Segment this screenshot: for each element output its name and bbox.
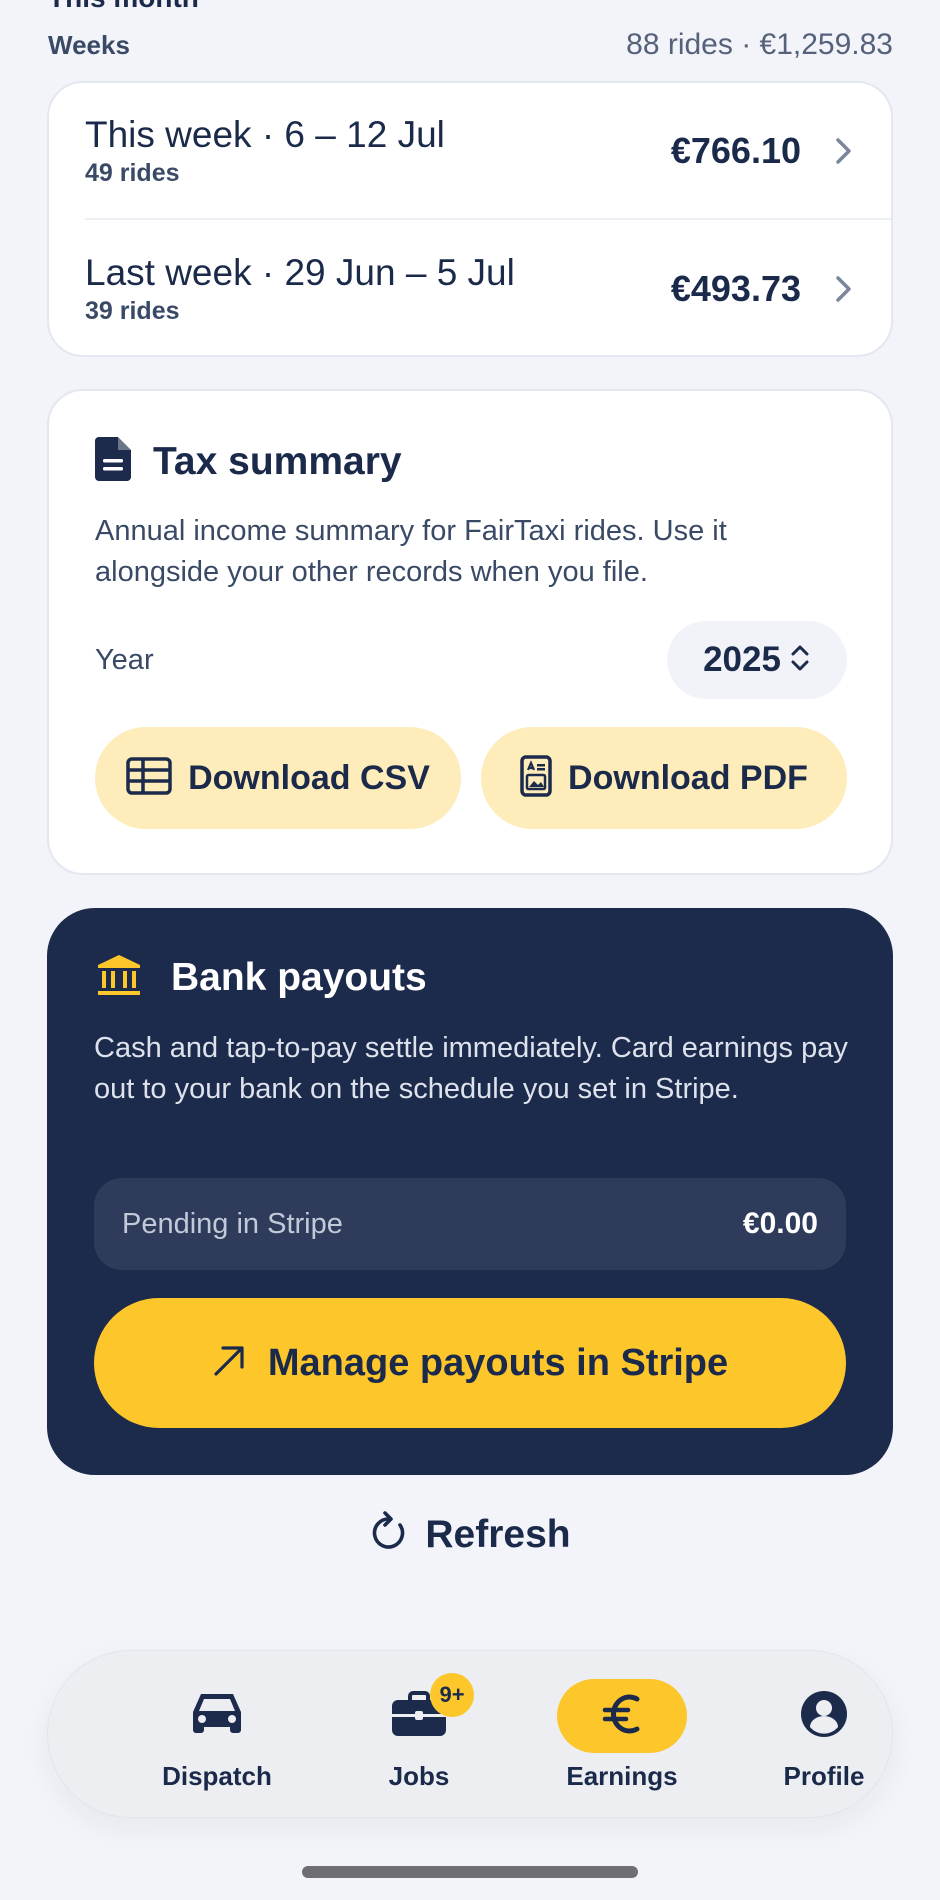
week-row-last-week[interactable]: Last week · 29 Jun – 5 Jul 39 rides €493…: [85, 220, 891, 355]
year-label: Year: [95, 643, 154, 676]
refresh-label: Refresh: [425, 1513, 571, 1556]
week-title: This week · 6 – 12 Jul: [85, 114, 445, 155]
tab-label: Jobs: [388, 1761, 450, 1791]
weeks-header: Weeks 88 rides · €1,259.83: [48, 28, 893, 62]
table-icon: [126, 756, 172, 800]
weeks-card: This week · 6 – 12 Jul 49 rides €766.10 …: [47, 81, 893, 357]
week-rides: 49 rides: [85, 159, 180, 187]
car-icon: [188, 1690, 246, 1743]
document-icon: [95, 437, 131, 486]
weeks-summary: 88 rides · €1,259.83: [626, 28, 893, 61]
bottom-tab-bar: Dispatch 9+ Jobs Earnings Profile: [47, 1650, 893, 1818]
manage-payouts-label: Manage payouts in Stripe: [267, 1341, 729, 1384]
week-amount: €766.10: [670, 129, 801, 171]
pdf-document-icon: [520, 754, 552, 802]
tab-earnings[interactable]: Earnings: [522, 1651, 722, 1819]
tax-summary-description: Annual income summary for FairTaxi rides…: [95, 515, 727, 588]
weeks-label: Weeks: [48, 29, 130, 60]
bank-payouts-title: Bank payouts: [171, 955, 427, 999]
tab-label: Profile: [783, 1761, 865, 1791]
chevron-up-down-icon: [789, 642, 811, 679]
year-select[interactable]: 2025: [667, 621, 847, 699]
tab-jobs[interactable]: 9+ Jobs: [319, 1651, 519, 1819]
refresh-icon: [369, 1510, 409, 1560]
week-rides: 39 rides: [85, 297, 180, 325]
tab-label: Dispatch: [162, 1761, 272, 1791]
week-title: Last week · 29 Jun – 5 Jul: [85, 252, 515, 293]
tab-profile[interactable]: Profile: [724, 1651, 924, 1819]
week-row-this-week[interactable]: This week · 6 – 12 Jul 49 rides €766.10: [85, 83, 891, 220]
year-value: 2025: [703, 640, 781, 679]
section-heading: This month: [48, 0, 199, 14]
home-indicator[interactable]: [302, 1866, 638, 1878]
pending-in-stripe: Pending in Stripe €0.00: [94, 1178, 846, 1270]
pending-value: €0.00: [742, 1207, 818, 1240]
download-csv-label: Download CSV: [188, 758, 430, 797]
manage-payouts-button[interactable]: Manage payouts in Stripe: [94, 1298, 846, 1428]
refresh-button[interactable]: Refresh: [0, 1510, 940, 1560]
download-pdf-button[interactable]: Download PDF: [481, 727, 847, 829]
jobs-badge: 9+: [430, 1673, 474, 1717]
bank-payouts-description: Cash and tap-to-pay settle immediately. …: [94, 1032, 848, 1105]
tax-summary-card: Tax summary Annual income summary for Fa…: [47, 389, 893, 875]
external-arrow-icon: [212, 1344, 246, 1383]
euro-icon: [602, 1691, 642, 1742]
tab-dispatch[interactable]: Dispatch: [117, 1651, 317, 1819]
chevron-right-icon: [835, 137, 891, 165]
chevron-right-icon: [835, 275, 891, 303]
download-csv-button[interactable]: Download CSV: [95, 727, 461, 829]
week-amount: €493.73: [670, 267, 801, 309]
bank-icon: [97, 954, 141, 1001]
bank-payouts-card: Bank payouts Cash and tap-to-pay settle …: [47, 908, 893, 1475]
download-pdf-label: Download PDF: [568, 758, 808, 797]
profile-icon: [799, 1689, 849, 1744]
tab-label: Earnings: [566, 1761, 678, 1791]
tax-summary-title: Tax summary: [153, 439, 402, 483]
pending-label: Pending in Stripe: [122, 1207, 343, 1240]
